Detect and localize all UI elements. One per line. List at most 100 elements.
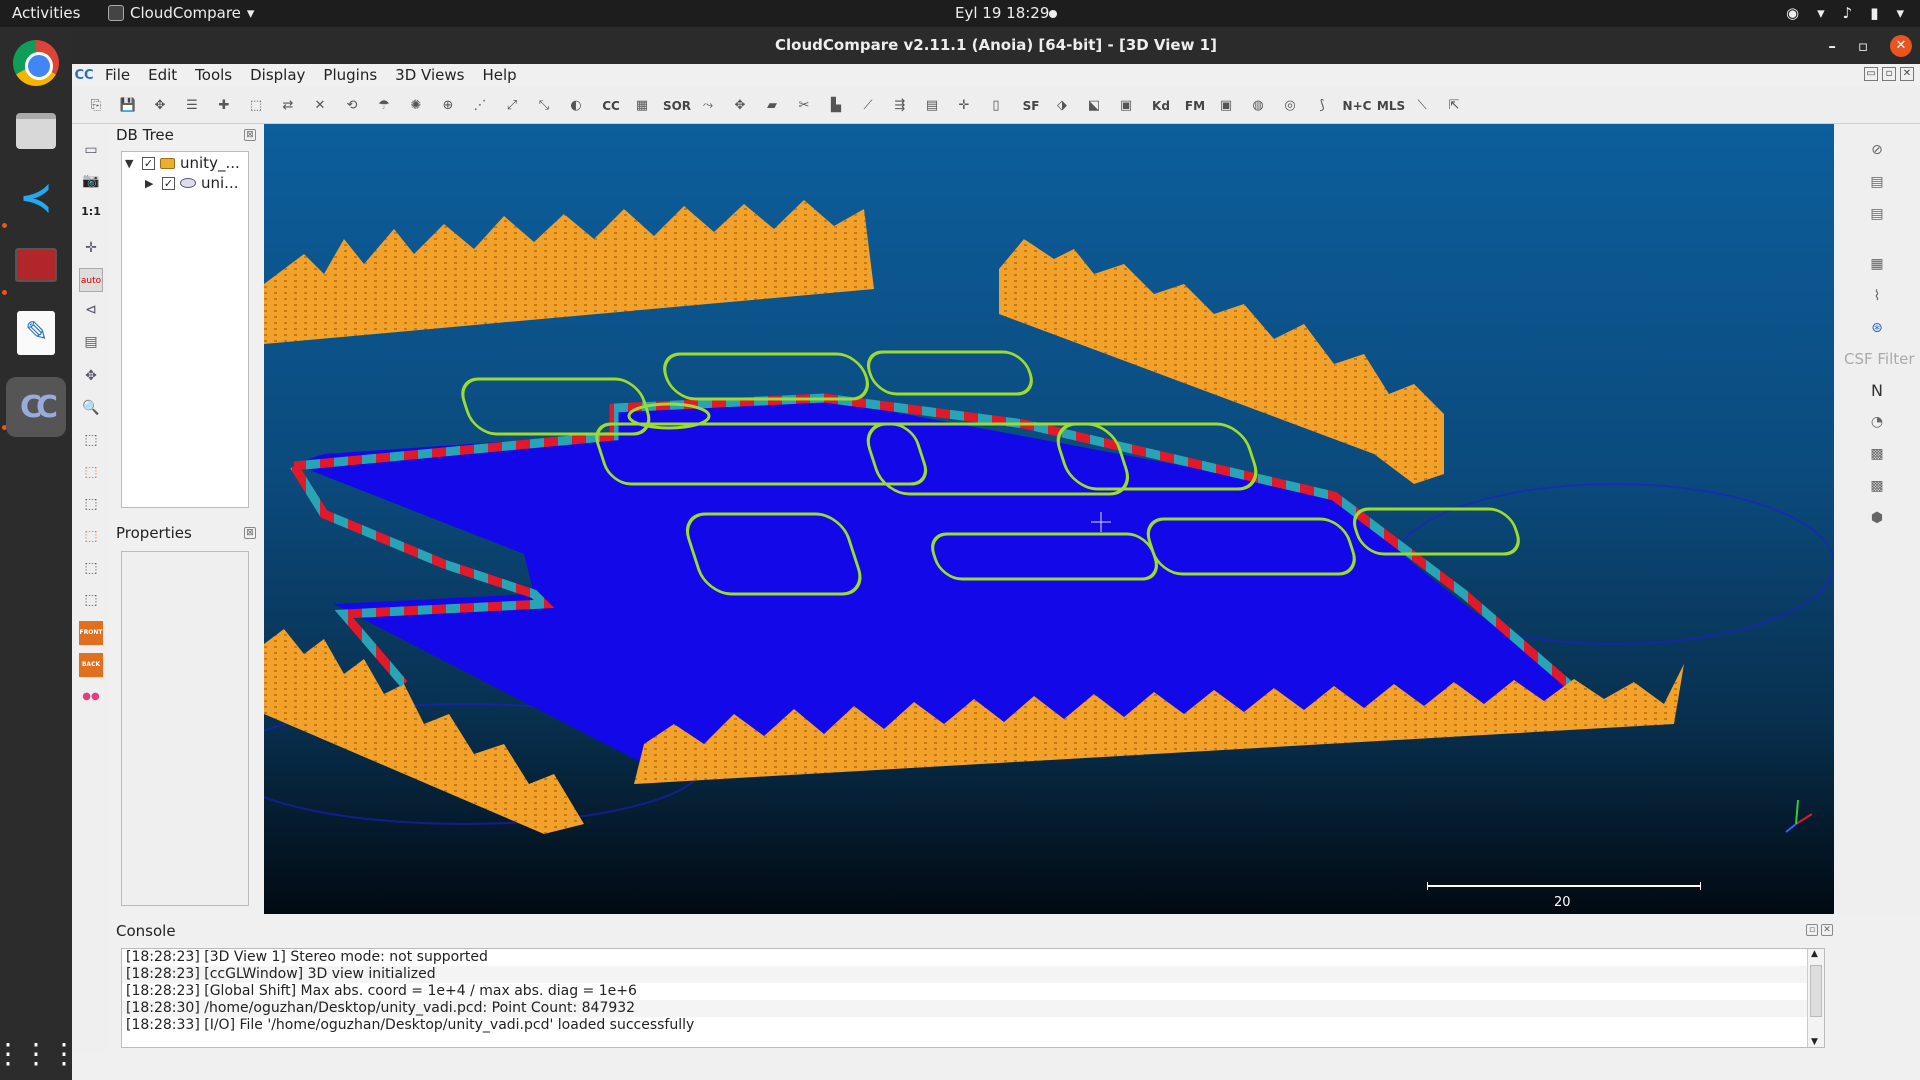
mdi-close-button[interactable]: ✕ [1900,67,1914,81]
system-tray[interactable]: ◉ ▾ ♪ ▮ ▾ [1786,4,1904,22]
clone-icon[interactable]: ✚ [212,94,236,118]
list-icon[interactable]: ☰ [180,94,204,118]
tool-24-icon[interactable]: ▤ [920,94,944,118]
connected-components-button[interactable]: CC [596,94,626,118]
camera-icon[interactable]: 📷 [79,169,103,193]
menu-help[interactable]: Help [473,66,525,84]
tool-22-icon[interactable]: ⟋ [856,94,880,118]
delete-icon[interactable]: ✕ [308,94,332,118]
files-icon[interactable] [10,105,62,157]
zoom-one-to-one-button[interactable]: 1:1 [79,200,103,224]
rotate-icon[interactable]: ⟲ [340,94,364,118]
menu-edit[interactable]: Edit [139,66,186,84]
fast-marching-button[interactable]: FM [1180,94,1210,118]
stereo-icon[interactable]: ●● [79,685,103,709]
light-icon[interactable]: ▤ [79,330,103,354]
tool-20-icon[interactable]: ✂ [792,94,816,118]
front-view-icon[interactable]: ⬚ [79,460,103,484]
north-arrow-icon[interactable]: N [1865,379,1889,403]
mdi-minimize-button[interactable]: ▭ [1864,67,1878,81]
pcv-icon[interactable]: ▩ [1865,474,1889,498]
clapper-icon[interactable]: ▦ [1865,252,1889,276]
console-scrollbar[interactable]: ▲ ▼ [1807,949,1824,1047]
cloudcompare-icon[interactable]: CC [6,377,66,437]
shrink-icon[interactable]: ⤡ [532,94,556,118]
save-icon[interactable]: 💾 [116,94,140,118]
tree-item-root[interactable]: ▼ ✓ unity_... [125,154,240,172]
clock[interactable]: Eyl 19 18:29 [955,4,1049,22]
tool-18-icon[interactable]: ✥ [728,94,752,118]
properties-close-button[interactable]: ⊠ [244,527,256,539]
mls-button[interactable]: MLS [1376,94,1406,118]
right-view-icon[interactable]: ⬚ [79,556,103,580]
db-tree[interactable]: ▼ ✓ unity_... ▶ ✓ uni... [121,151,249,508]
raster-icon[interactable]: ▦ [630,94,654,118]
menu-3d-views[interactable]: 3D Views [386,66,473,84]
scroll-up-icon[interactable]: ▲ [1811,949,1818,959]
tool-33-icon[interactable]: ⟆ [1310,94,1334,118]
tool-35-icon[interactable]: ⇱ [1442,94,1466,118]
tool-32-icon[interactable]: ◎ [1278,94,1302,118]
text-editor-icon[interactable] [10,307,62,359]
tool-27-icon[interactable]: ⬗ [1050,94,1074,118]
expand-arrow-icon[interactable]: ▶ [145,177,157,190]
left-view-icon[interactable]: ⬚ [79,492,103,516]
poisson-icon[interactable]: ⬢ [1865,506,1889,530]
sample-icon[interactable]: ✺ [404,94,428,118]
tool-17-icon[interactable]: ⤳ [696,94,720,118]
expand-icon[interactable]: ⤢ [500,94,524,118]
csf-filter-label[interactable]: CSF Filter [1844,350,1915,368]
merge-icon[interactable]: ⬚ [244,94,268,118]
pivot-icon[interactable]: ✛ [79,236,103,260]
console-close-button[interactable]: ✕ [1821,924,1833,936]
scroll-down-icon[interactable]: ▼ [1811,1037,1818,1047]
tool-26-icon[interactable]: ▯ [984,94,1008,118]
expand-arrow-icon[interactable]: ▼ [125,157,137,170]
tool-31-icon[interactable]: ◍ [1246,94,1270,118]
visibility-checkbox[interactable]: ✓ [162,176,175,190]
mdi-restore-button[interactable]: ▫ [1882,67,1896,81]
swap-icon[interactable]: ⇄ [276,94,300,118]
brush-icon[interactable]: ⌇ [1865,284,1889,308]
zoom-icon[interactable]: 🔍 [79,396,103,420]
tool-30-icon[interactable]: ▣ [1214,94,1238,118]
tool-21-icon[interactable]: ▙ [824,94,848,118]
maximize-button[interactable]: ▫ [1858,37,1868,55]
pan-icon[interactable]: ✥ [79,364,103,388]
console-float-button[interactable]: ▫ [1806,924,1818,936]
tree-item-cloud[interactable]: ▶ ✓ uni... [145,174,239,192]
calculator-icon[interactable] [10,239,62,291]
top-view-icon[interactable]: ⬚ [79,428,103,452]
pivot-icon[interactable]: ✥ [148,94,172,118]
3d-view[interactable]: 20 [264,124,1834,914]
tool-34-icon[interactable]: ⟍ [1410,94,1434,118]
menu-tools[interactable]: Tools [186,66,241,84]
vscode-icon[interactable]: ≺ [10,172,62,224]
col-plugin-icon[interactable]: ▤ [1865,170,1889,194]
auto-pivot-button[interactable]: auto [79,268,103,292]
scalar-field-button[interactable]: SF [1016,94,1046,118]
sor-filter-button[interactable]: SOR [662,94,692,118]
bottom-view-icon[interactable]: ⬚ [79,588,103,612]
show-apps-icon[interactable]: ⋮⋮⋮ [0,1027,78,1079]
kdtree-button[interactable]: Kd [1146,94,1176,118]
minimize-button[interactable]: – [1828,37,1836,55]
db-tree-close-button[interactable]: ⊠ [244,129,256,141]
tool-25-icon[interactable]: ✛ [952,94,976,118]
tool-19-icon[interactable]: ▰ [760,94,784,118]
scatter-icon[interactable]: ⋰ [468,94,492,118]
close-button[interactable]: ✕ [1890,35,1912,57]
visibility-checkbox[interactable]: ✓ [142,156,155,170]
iso-front-button[interactable]: FRONT [79,621,103,645]
tool-28-icon[interactable]: ⬕ [1082,94,1106,118]
m3c2-icon[interactable]: ▩ [1865,442,1889,466]
battery-icon[interactable]: ▮ [1870,4,1878,22]
chrome-icon[interactable] [10,37,62,89]
filter-icon[interactable]: ⊕ [436,94,460,118]
console-log[interactable]: [18:28:23] [3D View 1] Stereo mode: not … [121,948,1825,1048]
normals-button[interactable]: N+C [1342,94,1372,118]
app-menu[interactable]: CloudCompare ▾ [108,4,254,22]
menu-plugins[interactable]: Plugins [314,66,386,84]
disable-icon[interactable]: ⊘ [1865,138,1889,162]
contrast-icon[interactable]: ◐ [564,94,588,118]
